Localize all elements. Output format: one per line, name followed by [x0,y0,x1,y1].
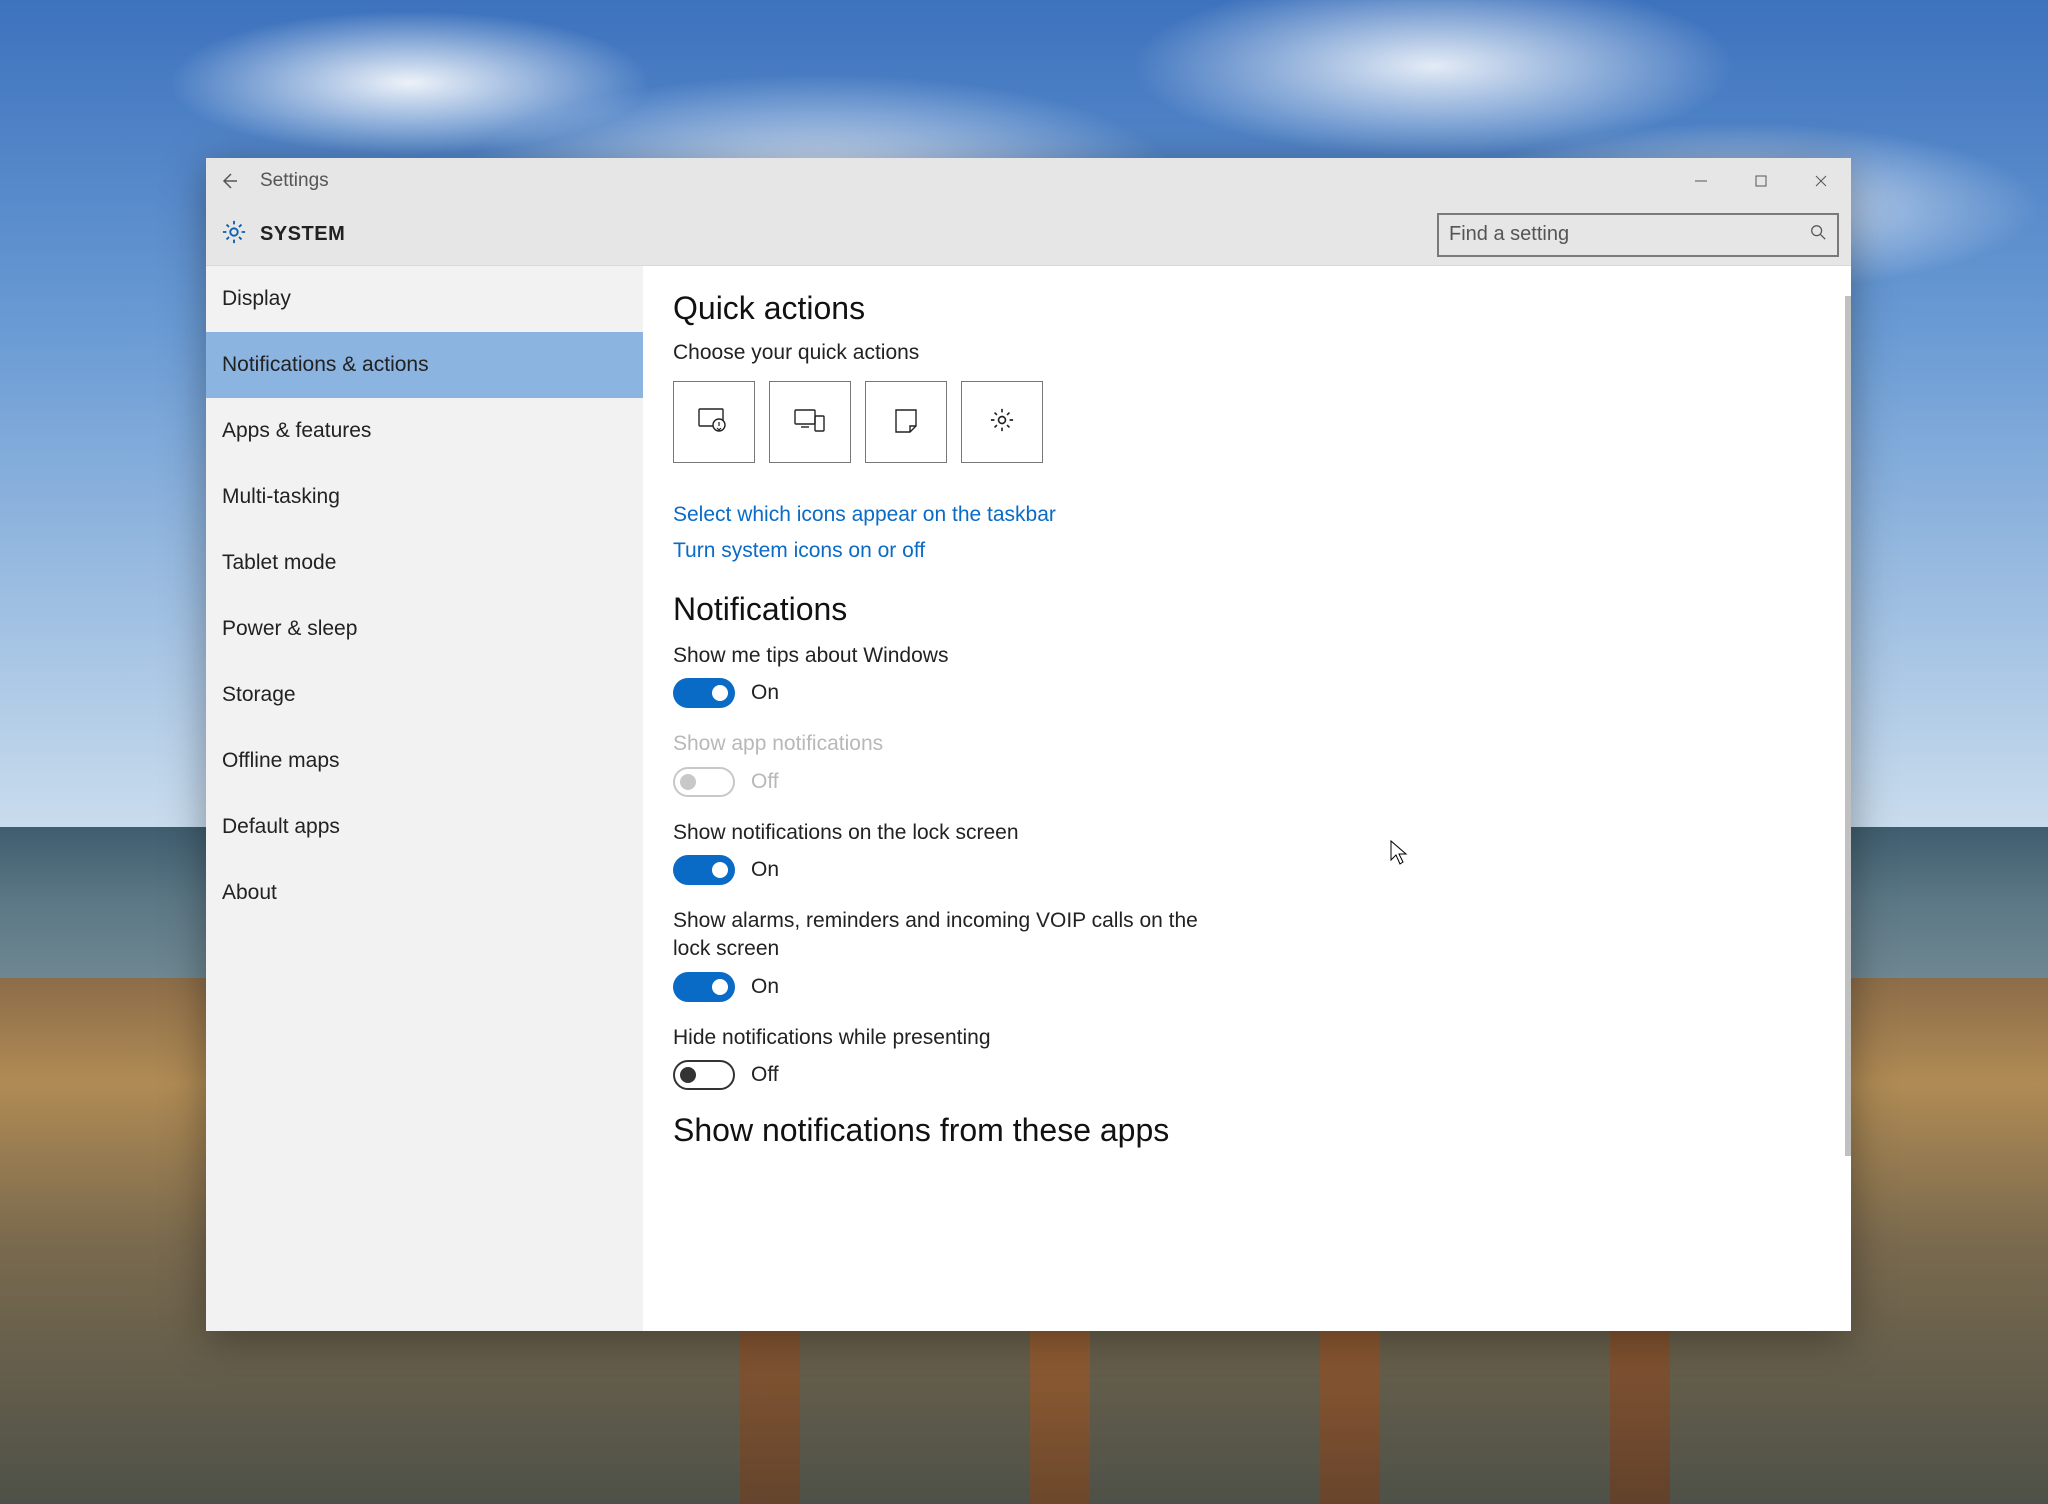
gear-icon [988,406,1016,439]
sidebar-item-tablet-mode[interactable]: Tablet mode [206,530,643,596]
quick-action-tile-settings[interactable] [961,381,1043,463]
sidebar-item-label: Notifications & actions [222,353,429,377]
settings-window: Settings SYSTEM Display Notifications & … [206,158,1851,1331]
link-system-icons[interactable]: Turn system icons on or off [673,539,1821,563]
link-taskbar-icons[interactable]: Select which icons appear on the taskbar [673,503,1821,527]
search-icon [1809,223,1827,246]
content-pane: Quick actions Choose your quick actions … [643,266,1851,1331]
toggle-tips[interactable] [673,678,735,708]
sidebar-item-label: About [222,881,277,905]
titlebar[interactable]: Settings [206,158,1851,204]
toggle-state: Off [751,770,779,794]
toggle-state: Off [751,1063,779,1087]
sidebar-item-display[interactable]: Display [206,266,643,332]
back-button[interactable] [206,158,252,204]
note-icon [892,406,920,439]
header-bar: SYSTEM [206,204,1851,266]
window-title: Settings [260,170,329,192]
apps-heading: Show notifications from these apps [673,1112,1821,1149]
notifications-heading: Notifications [673,591,1821,628]
maximize-button[interactable] [1731,158,1791,204]
quick-action-tiles [673,381,1821,463]
quick-action-tile-note[interactable] [865,381,947,463]
toggle-state: On [751,858,779,882]
toggle-lockscreen[interactable] [673,855,735,885]
sidebar-item-label: Multi-tasking [222,485,340,509]
toggle-label-alarms: Show alarms, reminders and incoming VOIP… [673,907,1233,964]
search-input[interactable] [1449,223,1809,246]
sidebar-item-label: Display [222,287,291,311]
sidebar-item-label: Offline maps [222,749,340,773]
toggle-state: On [751,975,779,999]
sidebar-item-multitasking[interactable]: Multi-tasking [206,464,643,530]
toggle-label-presenting: Hide notifications while presenting [673,1024,1233,1052]
sidebar-item-default-apps[interactable]: Default apps [206,794,643,860]
sidebar-item-label: Default apps [222,815,340,839]
sidebar-item-storage[interactable]: Storage [206,662,643,728]
toggle-label-tips: Show me tips about Windows [673,642,1233,670]
body: Display Notifications & actions Apps & f… [206,266,1851,1331]
toggle-app-notifications [673,767,735,797]
quick-actions-subtext: Choose your quick actions [673,341,1821,365]
toggle-state: On [751,681,779,705]
connect-devices-icon [793,406,827,439]
gear-icon [220,218,248,251]
sidebar-item-power-sleep[interactable]: Power & sleep [206,596,643,662]
sidebar-item-label: Tablet mode [222,551,336,575]
sidebar-item-label: Apps & features [222,419,371,443]
scrollbar-thumb[interactable] [1845,296,1851,1156]
quick-action-tile-connect[interactable] [769,381,851,463]
sidebar: Display Notifications & actions Apps & f… [206,266,643,1331]
quick-actions-heading: Quick actions [673,290,1821,327]
sidebar-item-about[interactable]: About [206,860,643,926]
toggle-label-app-notifications: Show app notifications [673,730,1233,758]
sidebar-item-label: Storage [222,683,296,707]
sidebar-item-apps-features[interactable]: Apps & features [206,398,643,464]
sidebar-item-offline-maps[interactable]: Offline maps [206,728,643,794]
toggle-label-lockscreen: Show notifications on the lock screen [673,819,1233,847]
quick-action-tile-tablet[interactable] [673,381,755,463]
search-box[interactable] [1437,213,1839,257]
tablet-tap-icon [697,406,731,439]
sidebar-item-label: Power & sleep [222,617,357,641]
close-button[interactable] [1791,158,1851,204]
system-heading: SYSTEM [260,223,345,246]
toggle-alarms[interactable] [673,972,735,1002]
minimize-button[interactable] [1671,158,1731,204]
sidebar-item-notifications[interactable]: Notifications & actions [206,332,643,398]
toggle-presenting[interactable] [673,1060,735,1090]
